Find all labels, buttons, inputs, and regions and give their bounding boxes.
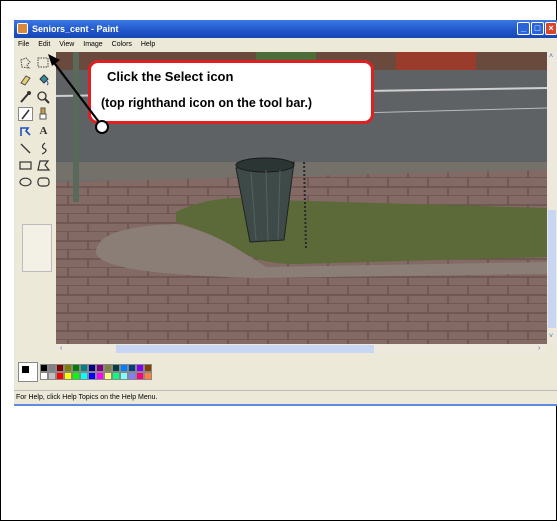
color-swatch[interactable] bbox=[96, 364, 104, 372]
status-bar: For Help, click Help Topics on the Help … bbox=[14, 390, 557, 405]
instruction-callout: Click the Select icon (top righthand ico… bbox=[88, 60, 374, 124]
vertical-scroll-thumb[interactable] bbox=[548, 210, 556, 328]
menu-image[interactable]: Image bbox=[83, 41, 102, 48]
horizontal-scroll-thumb[interactable] bbox=[116, 345, 374, 353]
color-swatch[interactable] bbox=[128, 364, 136, 372]
eraser-icon[interactable] bbox=[18, 73, 33, 87]
pencil-icon[interactable] bbox=[18, 107, 33, 121]
window-bottom-border bbox=[14, 404, 557, 406]
color-swatch[interactable] bbox=[120, 364, 128, 372]
color-swatch[interactable] bbox=[96, 372, 104, 380]
scroll-up-arrow-icon[interactable]: ˄ bbox=[549, 52, 553, 62]
rectangle-icon[interactable] bbox=[18, 158, 33, 172]
color-swatch[interactable] bbox=[48, 372, 56, 380]
color-swatch[interactable] bbox=[64, 372, 72, 380]
color-swatch[interactable] bbox=[120, 372, 128, 380]
line-icon[interactable] bbox=[18, 141, 33, 155]
menu-edit[interactable]: Edit bbox=[38, 41, 50, 48]
color-swatch[interactable] bbox=[72, 372, 80, 380]
menu-file[interactable]: File bbox=[18, 41, 29, 48]
color-swatch[interactable] bbox=[56, 364, 64, 372]
curve-icon[interactable] bbox=[36, 141, 51, 155]
menu-help[interactable]: Help bbox=[141, 41, 155, 48]
color-swatch[interactable] bbox=[72, 364, 80, 372]
minimize-button[interactable]: _ bbox=[517, 22, 530, 35]
color-swatch[interactable] bbox=[144, 364, 152, 372]
maximize-button[interactable]: □ bbox=[531, 22, 544, 35]
color-swatch[interactable] bbox=[88, 364, 96, 372]
color-swatch[interactable] bbox=[104, 364, 112, 372]
color-swatch[interactable] bbox=[80, 372, 88, 380]
toolbox: A bbox=[16, 54, 56, 354]
menu-bar: File Edit View Image Colors Help bbox=[14, 38, 557, 52]
current-colors[interactable] bbox=[18, 362, 38, 382]
menu-colors[interactable]: Colors bbox=[112, 41, 132, 48]
color-swatch[interactable] bbox=[88, 372, 96, 380]
text-icon[interactable]: A bbox=[36, 124, 51, 138]
color-swatch[interactable] bbox=[56, 372, 64, 380]
scroll-left-arrow-icon[interactable]: ‹ bbox=[60, 344, 62, 354]
color-swatch[interactable] bbox=[112, 364, 120, 372]
scroll-right-arrow-icon[interactable]: › bbox=[538, 344, 540, 354]
color-swatch[interactable] bbox=[136, 364, 144, 372]
color-swatch[interactable] bbox=[48, 364, 56, 372]
color-swatch[interactable] bbox=[112, 372, 120, 380]
horizontal-scrollbar[interactable]: ‹ › bbox=[56, 344, 547, 354]
pick-color-icon[interactable] bbox=[18, 90, 33, 104]
color-swatch[interactable] bbox=[40, 364, 48, 372]
color-swatch[interactable] bbox=[144, 372, 152, 380]
tool-options-box[interactable] bbox=[22, 224, 52, 272]
brush-icon[interactable] bbox=[36, 107, 51, 121]
status-text: For Help, click Help Topics on the Help … bbox=[16, 394, 158, 401]
color-swatch[interactable] bbox=[80, 364, 88, 372]
color-swatch[interactable] bbox=[136, 372, 144, 380]
title-bar[interactable]: Seniors_cent - Paint _ □ × bbox=[14, 20, 557, 38]
ellipse-icon[interactable] bbox=[18, 175, 33, 189]
paint-app-icon bbox=[17, 23, 28, 34]
window-title: Seniors_cent - Paint bbox=[32, 24, 119, 34]
color-swatch[interactable] bbox=[40, 372, 48, 380]
fill-with-color-icon[interactable] bbox=[36, 73, 51, 87]
callout-line-1: Click the Select icon bbox=[107, 69, 234, 84]
scroll-down-arrow-icon[interactable]: ˅ bbox=[549, 332, 553, 342]
callout-line-2: (top righthand icon on the tool bar.) bbox=[101, 96, 313, 110]
close-button[interactable]: × bbox=[545, 22, 557, 35]
color-swatch[interactable] bbox=[128, 372, 136, 380]
color-swatch[interactable] bbox=[64, 364, 72, 372]
free-form-select-icon[interactable] bbox=[18, 56, 33, 70]
airbrush-icon[interactable] bbox=[18, 124, 33, 138]
menu-view[interactable]: View bbox=[59, 41, 74, 48]
rounded-rectangle-icon[interactable] bbox=[36, 175, 51, 189]
polygon-icon[interactable] bbox=[36, 158, 51, 172]
foreground-color bbox=[22, 366, 29, 373]
color-palette bbox=[16, 360, 216, 384]
select-icon[interactable] bbox=[36, 56, 51, 70]
magnifier-icon[interactable] bbox=[36, 90, 51, 104]
color-swatch[interactable] bbox=[104, 372, 112, 380]
vertical-scrollbar[interactable]: ˄ ˅ bbox=[547, 52, 557, 344]
